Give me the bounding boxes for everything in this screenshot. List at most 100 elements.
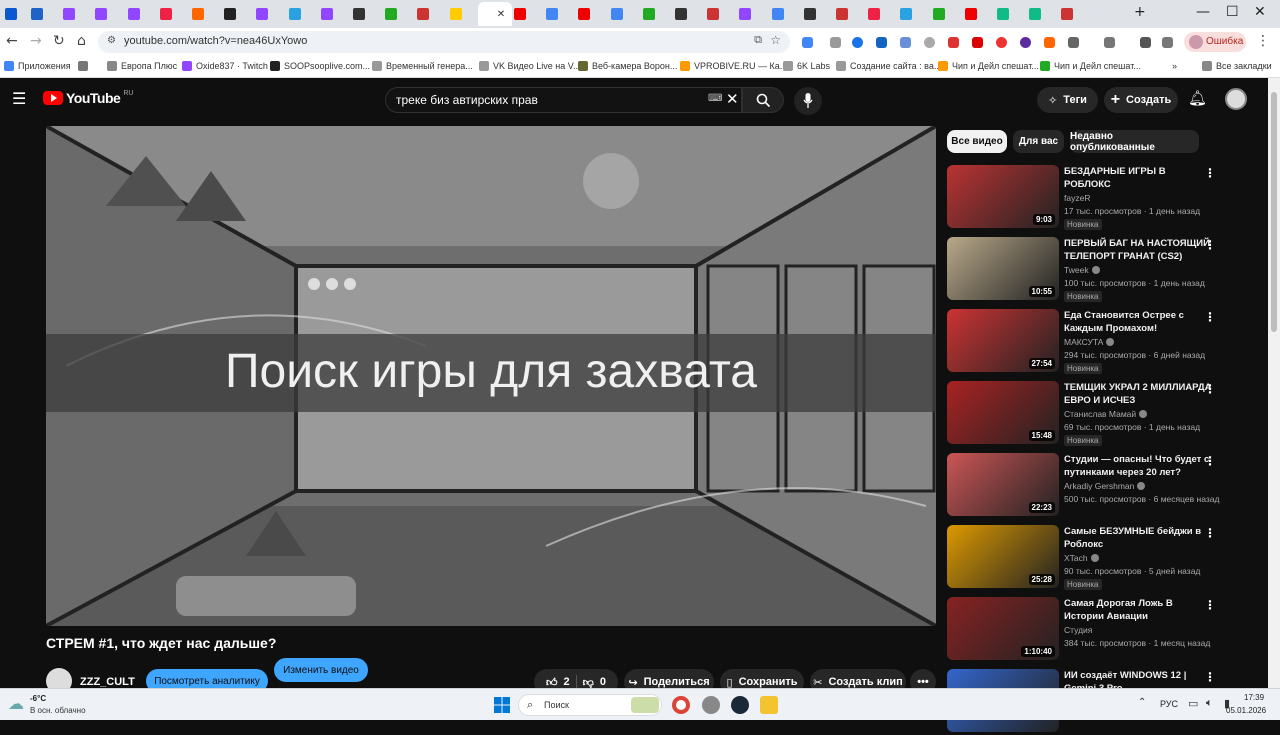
extension-icon[interactable] [830, 37, 841, 48]
recommendation-card[interactable]: 27:54 Еда Становится Острее с Каждым Пром… [947, 309, 1247, 375]
recommendation-title[interactable]: ПЕРВЫЙ БАГ НА НАСТОЯЩИЙ ТЕЛЕПОРТ ГРАНАТ … [1064, 237, 1214, 263]
scrollbar-thumb[interactable] [1271, 92, 1277, 332]
video-thumbnail[interactable]: 1:10:40 [947, 597, 1059, 660]
recommendation-channel[interactable]: Tweek [1064, 265, 1100, 275]
tray-chevron-icon[interactable]: ⌃ [1138, 697, 1146, 708]
chrome-menu-icon[interactable]: ⋮ [1256, 33, 1270, 49]
browser-tab[interactable] [607, 4, 637, 24]
bookmarks-overflow-icon[interactable]: » [1172, 61, 1177, 71]
bookmark-item[interactable]: Временный генера... [372, 61, 473, 71]
extension-icon[interactable] [924, 37, 935, 48]
install-app-icon[interactable]: ⧉ [754, 34, 762, 47]
browser-tab[interactable] [252, 4, 282, 24]
browser-tab[interactable] [832, 4, 862, 24]
recommendation-card[interactable]: 9:03 БЕЗДАРНЫЕ ИГРЫ В РОБЛОКС fayzeR 17 тыс… [947, 165, 1247, 231]
channel-name[interactable]: ZZZ_CULT [80, 676, 135, 688]
browser-tab[interactable] [1057, 4, 1087, 24]
windows-start-icon[interactable] [494, 697, 510, 713]
bookmark-item[interactable]: VK Видео Live на V... [479, 61, 580, 71]
bookmark-item[interactable]: Все закладки [1202, 61, 1272, 71]
bookmark-item[interactable]: Европа Плюс [107, 61, 177, 71]
tab-search-icon[interactable] [1104, 37, 1115, 48]
bookmark-item[interactable]: Oxide837 · Twitch [182, 61, 268, 71]
browser-tab[interactable] [864, 4, 894, 24]
browser-tab[interactable] [156, 4, 186, 24]
video-thumbnail[interactable]: 27:54 [947, 309, 1059, 372]
display-icon[interactable]: ▭ [1188, 697, 1198, 710]
close-window-button[interactable]: ✕ [1254, 4, 1266, 20]
video-thumbnail[interactable]: 10:55 [947, 237, 1059, 300]
recommendation-channel[interactable]: fayzeR [1064, 193, 1090, 203]
reading-list-icon[interactable] [1162, 37, 1173, 48]
bookmark-item[interactable]: Чип и Дейл спешат... [938, 61, 1039, 71]
extension-icon[interactable] [996, 37, 1007, 48]
extensions-puzzle-icon[interactable] [1068, 37, 1079, 48]
edit-video-button[interactable]: Изменить видео [274, 658, 368, 682]
video-thumbnail[interactable]: 9:03 [947, 165, 1059, 228]
browser-tab[interactable] [349, 4, 379, 24]
bookmark-item[interactable]: Приложения [4, 61, 71, 71]
recommendation-channel[interactable]: Arkadiy Gershman [1064, 481, 1146, 491]
video-thumbnail[interactable]: 25:28 [947, 525, 1059, 588]
weather-description[interactable]: В осн. облачно [30, 706, 86, 715]
browser-tab[interactable] [961, 4, 991, 24]
extension-icon[interactable] [1020, 37, 1031, 48]
recommendation-card[interactable]: 25:28 Самые БЕЗУМНЫЕ бейджи в Роблокс XTac… [947, 525, 1247, 591]
keyboard-icon[interactable]: ⌨ [708, 93, 722, 104]
recommendation-title[interactable]: Самые БЕЗУМНЫЕ бейджи в Роблокс [1064, 525, 1214, 551]
browser-tab[interactable] [896, 4, 926, 24]
more-vertical-icon[interactable]: ⋮ [1204, 670, 1216, 684]
extension-icon[interactable] [876, 37, 887, 48]
recommendation-card[interactable]: 15:48 ТЕМЩИК УКРАЛ 2 МИЛЛИАРДА ЕВРО И ИСЧ… [947, 381, 1247, 447]
weather-temperature[interactable]: -6°C [30, 694, 46, 703]
chip-all[interactable]: Все видео [947, 130, 1007, 153]
recommendation-channel[interactable]: Студия [1064, 625, 1092, 635]
browser-tab[interactable] [220, 4, 250, 24]
recommendation-title[interactable]: Студии — опасны! Что будет с путинками ч… [1064, 453, 1214, 479]
bookmark-star-icon[interactable]: ☆ [770, 33, 781, 47]
menu-icon[interactable]: ☰ [12, 89, 26, 108]
browser-tab[interactable] [574, 4, 604, 24]
clock-time[interactable]: 17:39 [1244, 693, 1264, 702]
bookmark-item[interactable]: VPROBIVE.RU — Ка... [680, 61, 787, 71]
extension-icon[interactable] [1044, 37, 1055, 48]
browser-tab[interactable] [188, 4, 218, 24]
recommendation-title[interactable]: ТЕМЩИК УКРАЛ 2 МИЛЛИАРДА ЕВРО И ИСЧЕЗ [1064, 381, 1214, 407]
extension-icon[interactable] [852, 37, 863, 48]
bookmark-item[interactable]: 6K Labs [783, 61, 830, 71]
browser-tab[interactable] [27, 4, 57, 24]
site-info-icon[interactable]: ⚙ [107, 35, 116, 46]
browser-tab[interactable] [59, 4, 89, 24]
browser-tab[interactable] [413, 4, 443, 24]
browser-tab[interactable] [993, 4, 1023, 24]
browser-tab[interactable] [381, 4, 411, 24]
page-scrollbar[interactable] [1268, 78, 1280, 688]
more-vertical-icon[interactable]: ⋮ [1204, 598, 1216, 612]
volume-icon[interactable]: 🔈︎ [1206, 697, 1213, 710]
recommendation-title[interactable]: БЕЗДАРНЫЕ ИГРЫ В РОБЛОКС [1064, 165, 1214, 191]
minimize-button[interactable]: — [1196, 4, 1210, 20]
browser-tab[interactable] [285, 4, 315, 24]
browser-tab[interactable] [1025, 4, 1055, 24]
weather-icon[interactable]: ☁ [8, 694, 24, 714]
clock-date[interactable]: 05.01.2026 [1226, 706, 1266, 715]
notifications-bell-icon[interactable]: 🔔︎ [1188, 89, 1207, 107]
thumbs-down-icon[interactable]: 👎︎ [583, 676, 594, 689]
tags-button[interactable]: ✧ Теги [1037, 87, 1098, 113]
browser-tab[interactable] [317, 4, 347, 24]
bookmark-item[interactable]: Чип и Дейл спешат... [1040, 61, 1141, 71]
browser-tab[interactable] [671, 4, 701, 24]
more-vertical-icon[interactable]: ⋮ [1204, 454, 1216, 468]
maximize-button[interactable]: ☐ [1226, 4, 1239, 20]
browser-tab-active[interactable]: ✕ [477, 2, 512, 26]
youtube-logo[interactable]: YouTube RU [43, 90, 133, 106]
browser-tab[interactable] [703, 4, 733, 24]
extension-icon[interactable] [900, 37, 911, 48]
extension-icon[interactable] [972, 37, 983, 48]
more-vertical-icon[interactable]: ⋮ [1204, 526, 1216, 540]
bookmark-item[interactable]: SOOPsooplive.com... [270, 61, 370, 71]
profile-error-button[interactable]: Ошибка [1184, 32, 1246, 52]
reload-icon[interactable]: ↻ [53, 33, 65, 49]
chip-for-you[interactable]: Для вас [1013, 130, 1064, 153]
recommendation-title[interactable]: Самая Дорогая Ложь В Истории Авиации [1064, 597, 1214, 623]
